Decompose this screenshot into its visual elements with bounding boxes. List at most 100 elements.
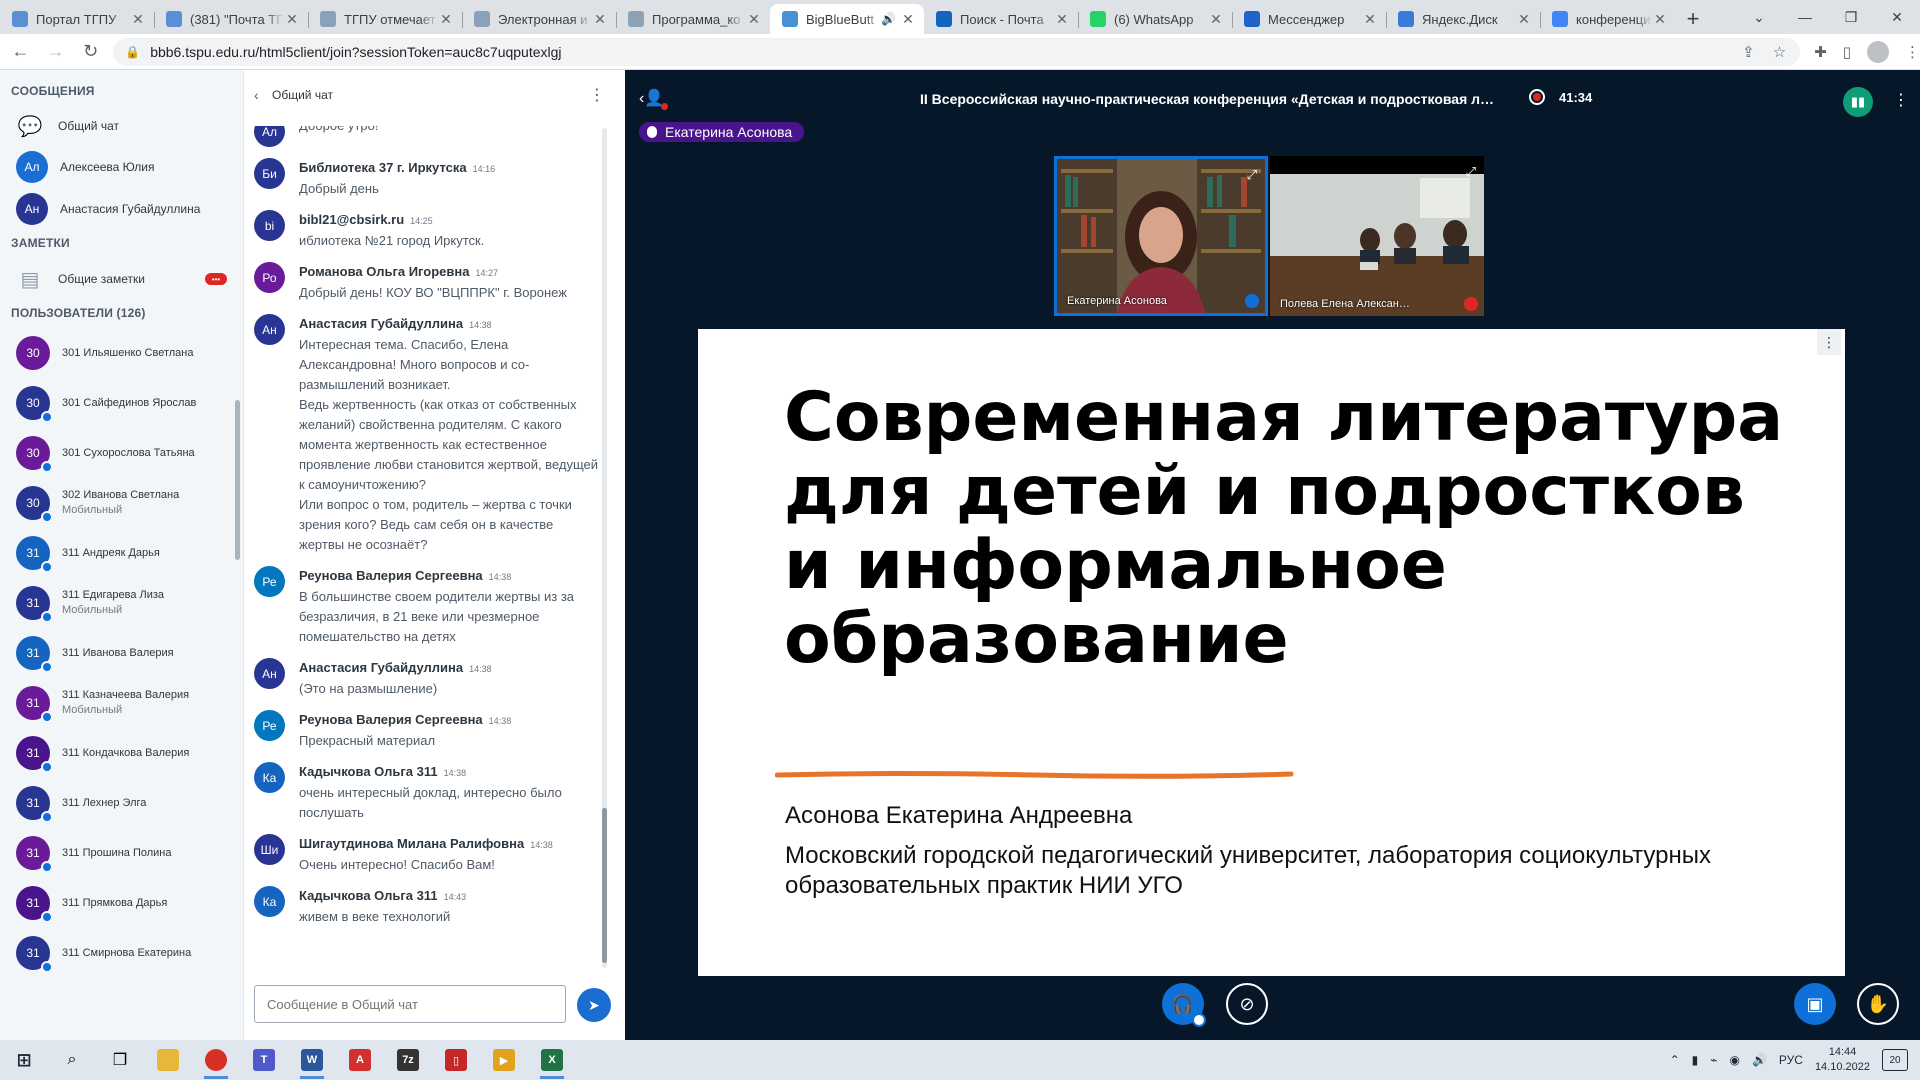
browser-tab[interactable]: Поиск - Почта ✕: [924, 4, 1078, 34]
user-list-item[interactable]: 30 302 Иванова Светлана Мобильный: [0, 478, 243, 528]
side-panel-icon[interactable]: ▯: [1843, 43, 1851, 61]
audio-button[interactable]: 🎧: [1162, 983, 1206, 1027]
video-tile[interactable]: ⤢ Екатерина Асонова: [1054, 156, 1268, 316]
minimize-button[interactable]: —: [1782, 0, 1828, 34]
chat-scrollbar[interactable]: [602, 128, 607, 968]
battery-icon[interactable]: ▮: [1692, 1053, 1699, 1067]
user-list-item[interactable]: 30 301 Сухорослова Татьяна: [0, 428, 243, 478]
user-list-item[interactable]: 30 301 Ильяшенко Светлана: [0, 328, 243, 378]
camera-tray-icon[interactable]: ◉: [1729, 1053, 1739, 1067]
notifications-icon[interactable]: 20: [1882, 1049, 1908, 1071]
close-tab-icon[interactable]: ✕: [438, 11, 454, 28]
user-list-item[interactable]: 31 311 Казначеева Валерия Мобильный: [0, 678, 243, 728]
user-list-item[interactable]: 31 311 Иванова Валерия: [0, 628, 243, 678]
browser-menu-icon[interactable]: ⋮: [1905, 43, 1920, 61]
expand-video-icon[interactable]: ⤢: [1247, 167, 1257, 183]
task-view-icon[interactable]: ❒: [96, 1040, 144, 1080]
camera-button[interactable]: ⊘: [1226, 983, 1268, 1025]
shared-notes-item[interactable]: ▤ Общие заметки •••: [0, 258, 243, 300]
search-icon[interactable]: ⌕: [48, 1040, 96, 1080]
session-options-icon[interactable]: ⋮: [1893, 90, 1909, 110]
back-icon[interactable]: ←: [6, 37, 35, 67]
tab-search-icon[interactable]: ⌄: [1736, 0, 1782, 34]
toggle-userlist-icon[interactable]: ‹👤: [639, 88, 669, 110]
private-chat-item[interactable]: Ан Анастасия Губайдуллина: [0, 188, 243, 230]
browser-tab[interactable]: (6) WhatsApp ✕: [1078, 4, 1232, 34]
connection-status-icon[interactable]: ▮▮: [1843, 87, 1873, 117]
close-tab-icon[interactable]: ✕: [1652, 11, 1668, 28]
public-chat-item[interactable]: 💬 Общий чат: [0, 106, 243, 146]
send-message-button[interactable]: ➤: [577, 988, 611, 1022]
pdf-app-taskbar-icon[interactable]: ▯: [432, 1040, 480, 1080]
close-tab-icon[interactable]: ✕: [284, 11, 300, 28]
browser-tab[interactable]: конференция С✕: [1540, 4, 1676, 34]
user-list-item[interactable]: 31 311 Прошина Полина: [0, 828, 243, 878]
browser-tab[interactable]: Мессенджер ✕: [1232, 4, 1386, 34]
word-taskbar-icon[interactable]: W: [288, 1040, 336, 1080]
chat-message-input[interactable]: [254, 985, 566, 1023]
excel-taskbar-icon[interactable]: X: [528, 1040, 576, 1080]
forward-icon[interactable]: →: [41, 37, 70, 67]
recording-indicator[interactable]: 41:34: [1529, 89, 1592, 105]
chat-scrollbar-thumb[interactable]: [602, 808, 607, 963]
close-tab-icon[interactable]: ✕: [130, 11, 146, 28]
network-icon[interactable]: ⌁: [1710, 1053, 1717, 1067]
close-window-button[interactable]: ✕: [1874, 0, 1920, 34]
tray-overflow-icon[interactable]: ⌃: [1670, 1053, 1680, 1067]
chrome-taskbar-icon[interactable]: [192, 1040, 240, 1080]
close-tab-icon[interactable]: ✕: [900, 11, 916, 28]
browser-tab[interactable]: BigBlueButt 🔊 ✕: [770, 4, 924, 34]
media-player-taskbar-icon[interactable]: ▶: [480, 1040, 528, 1080]
file-explorer-icon[interactable]: [144, 1040, 192, 1080]
7zip-taskbar-icon[interactable]: 7z: [384, 1040, 432, 1080]
user-status-icon: [41, 411, 53, 423]
user-list-scrollbar[interactable]: [235, 400, 240, 560]
close-tab-icon[interactable]: ✕: [1516, 11, 1532, 28]
private-chat-item[interactable]: Ал Алексеева Юлия: [0, 146, 243, 188]
browser-tab[interactable]: Электронная и ✕: [462, 4, 616, 34]
presentation-toggle-button[interactable]: ▣: [1794, 983, 1836, 1025]
browser-tab[interactable]: Яндекс.Диск ✕: [1386, 4, 1540, 34]
audio-options-icon[interactable]: [1192, 1013, 1206, 1027]
browser-tab[interactable]: Портал ТГПУ ✕: [0, 4, 154, 34]
user-list-item[interactable]: 31 311 Андреяк Дарья: [0, 528, 243, 578]
browser-tab[interactable]: (381) "Почта ТГ ✕: [154, 4, 308, 34]
close-tab-icon[interactable]: ✕: [1362, 11, 1378, 28]
user-list-item[interactable]: 30 301 Сайфединов Ярослав: [0, 378, 243, 428]
close-tab-icon[interactable]: ✕: [592, 11, 608, 28]
raise-hand-button[interactable]: ✋: [1857, 983, 1899, 1025]
bookmark-star-icon[interactable]: ☆: [1773, 43, 1786, 61]
user-list-item[interactable]: 31 311 Кондачкова Валерия: [0, 728, 243, 778]
browser-tab[interactable]: ТГПУ отмечает ✕: [308, 4, 462, 34]
url-bar[interactable]: 🔒 bbb6.tspu.edu.ru/html5client/join?sess…: [113, 37, 1801, 66]
browser-tab[interactable]: Программа_ко ✕: [616, 4, 770, 34]
video-tile[interactable]: ⤢ Полева Елена Алексан…: [1270, 156, 1484, 316]
teams-taskbar-icon[interactable]: T: [240, 1040, 288, 1080]
new-tab-button[interactable]: +: [1676, 4, 1710, 34]
talking-indicator[interactable]: Екатерина Асонова: [639, 122, 805, 142]
reload-icon[interactable]: ↻: [76, 37, 105, 67]
close-tab-icon[interactable]: ✕: [746, 11, 762, 28]
user-list-item[interactable]: 31 311 Лехнер Элга: [0, 778, 243, 828]
close-tab-icon[interactable]: ✕: [1208, 11, 1224, 28]
presentation-options-icon[interactable]: ⋮: [1817, 329, 1841, 355]
language-indicator[interactable]: РУС: [1779, 1053, 1803, 1067]
message-text: живем в веке технологий: [299, 909, 451, 924]
volume-icon[interactable]: 🔊: [1752, 1053, 1767, 1067]
close-tab-icon[interactable]: ✕: [1054, 11, 1070, 28]
profile-avatar[interactable]: [1867, 40, 1889, 63]
back-arrow-icon[interactable]: ‹: [254, 87, 272, 103]
acrobat-taskbar-icon[interactable]: A: [336, 1040, 384, 1080]
user-list-item[interactable]: 31 311 Едигарева Лиза Мобильный: [0, 578, 243, 628]
user-list-item[interactable]: 31 311 Смирнова Екатерина: [0, 928, 243, 978]
share-icon[interactable]: ⇪: [1742, 43, 1755, 61]
avatar: Ре: [254, 566, 285, 597]
user-list-item[interactable]: 31 311 Прямкова Дарья: [0, 878, 243, 928]
clock[interactable]: 14:44 14.10.2022: [1815, 1045, 1870, 1075]
extensions-icon[interactable]: ✚: [1814, 43, 1827, 61]
tab-audio-icon[interactable]: 🔊: [881, 12, 896, 26]
chat-options-icon[interactable]: ⋮: [589, 85, 605, 105]
start-button[interactable]: ⊞: [0, 1040, 48, 1080]
maximize-button[interactable]: ❐: [1828, 0, 1874, 34]
expand-video-icon[interactable]: ⤢: [1466, 164, 1476, 180]
